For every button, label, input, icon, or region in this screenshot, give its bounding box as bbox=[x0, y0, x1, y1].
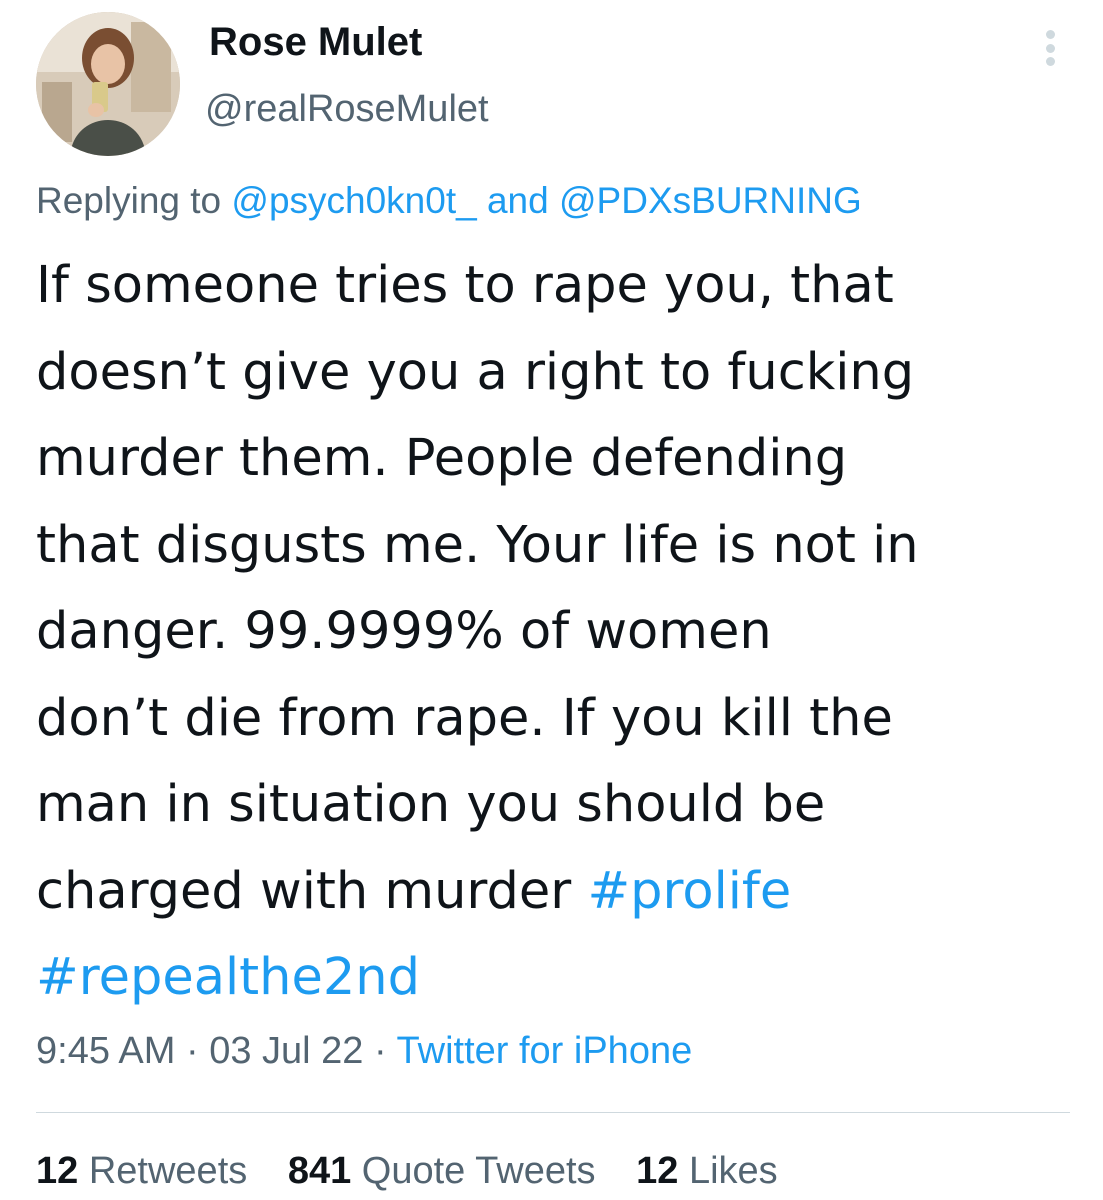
more-dot bbox=[1045, 43, 1055, 53]
hashtag-link[interactable]: #prolife bbox=[587, 862, 791, 921]
hashtag-link[interactable]: #repealthe2nd bbox=[36, 948, 420, 1007]
tweet-text: If someone tries to rape you, that doesn… bbox=[36, 243, 1076, 1022]
more-options-icon[interactable] bbox=[1036, 28, 1064, 68]
meta-separator: · bbox=[175, 1030, 210, 1072]
avatar[interactable] bbox=[36, 12, 180, 156]
retweets-label: Retweets bbox=[88, 1150, 248, 1192]
more-dot bbox=[1045, 57, 1055, 66]
tweet-line: danger. 99.9999% of women bbox=[36, 602, 772, 661]
replying-prefix: Replying to bbox=[36, 180, 232, 221]
display-name[interactable]: Rose Mulet bbox=[209, 20, 422, 65]
profile-photo bbox=[36, 12, 180, 156]
tweet-line: charged with murder bbox=[36, 861, 588, 921]
divider bbox=[36, 1112, 1070, 1113]
meta-separator: · bbox=[363, 1030, 397, 1072]
tweet-line: doesn’t give you a right to fucking bbox=[36, 342, 915, 402]
tweet-line: don’t die from rape. If you kill the bbox=[36, 688, 893, 748]
tweet-line: If someone tries to rape you, that bbox=[36, 256, 894, 315]
quote-tweets-count: 841 bbox=[287, 1150, 352, 1192]
likes-count: 12 bbox=[636, 1150, 679, 1192]
mention-joiner: and bbox=[476, 180, 559, 221]
mention-link[interactable]: @PDXsBURNING bbox=[559, 180, 862, 221]
tweet-line: man in situation you should be bbox=[36, 775, 826, 834]
more-dot bbox=[1045, 30, 1055, 39]
tweet-meta: 9:45 AM · 03 Jul 22 · Twitter for iPhone bbox=[36, 1030, 692, 1073]
tweet-source-link[interactable]: Twitter for iPhone bbox=[397, 1030, 693, 1072]
quote-tweets-label: Quote Tweets bbox=[361, 1150, 596, 1192]
tweet-date[interactable]: 03 Jul 22 bbox=[209, 1030, 363, 1072]
likes-label: Likes bbox=[688, 1150, 778, 1192]
tweet-line-with-hashtag: charged with murder #prolife bbox=[36, 849, 1076, 936]
tweet-line: that disgusts me. Your life is not in bbox=[36, 515, 919, 575]
tweet-line-with-hashtag: #repealthe2nd bbox=[36, 935, 1076, 1022]
retweets-count: 12 bbox=[36, 1150, 79, 1192]
likes-stat[interactable]: 12 Likes bbox=[636, 1150, 778, 1192]
quote-tweets-stat[interactable]: 841 Quote Tweets bbox=[288, 1150, 596, 1192]
retweets-stat[interactable]: 12 Retweets bbox=[36, 1150, 247, 1192]
mention-link[interactable]: @psych0kn0t_ bbox=[231, 180, 476, 221]
tweet-time[interactable]: 9:45 AM bbox=[36, 1030, 175, 1072]
tweet-line: murder them. People defending bbox=[36, 429, 848, 488]
engagement-stats: 12 Retweets 841 Quote Tweets 12 Likes bbox=[36, 1150, 808, 1193]
user-handle[interactable]: @realRoseMulet bbox=[205, 88, 489, 131]
replying-to: Replying to @psych0kn0t_ and @PDXsBURNIN… bbox=[36, 180, 862, 222]
